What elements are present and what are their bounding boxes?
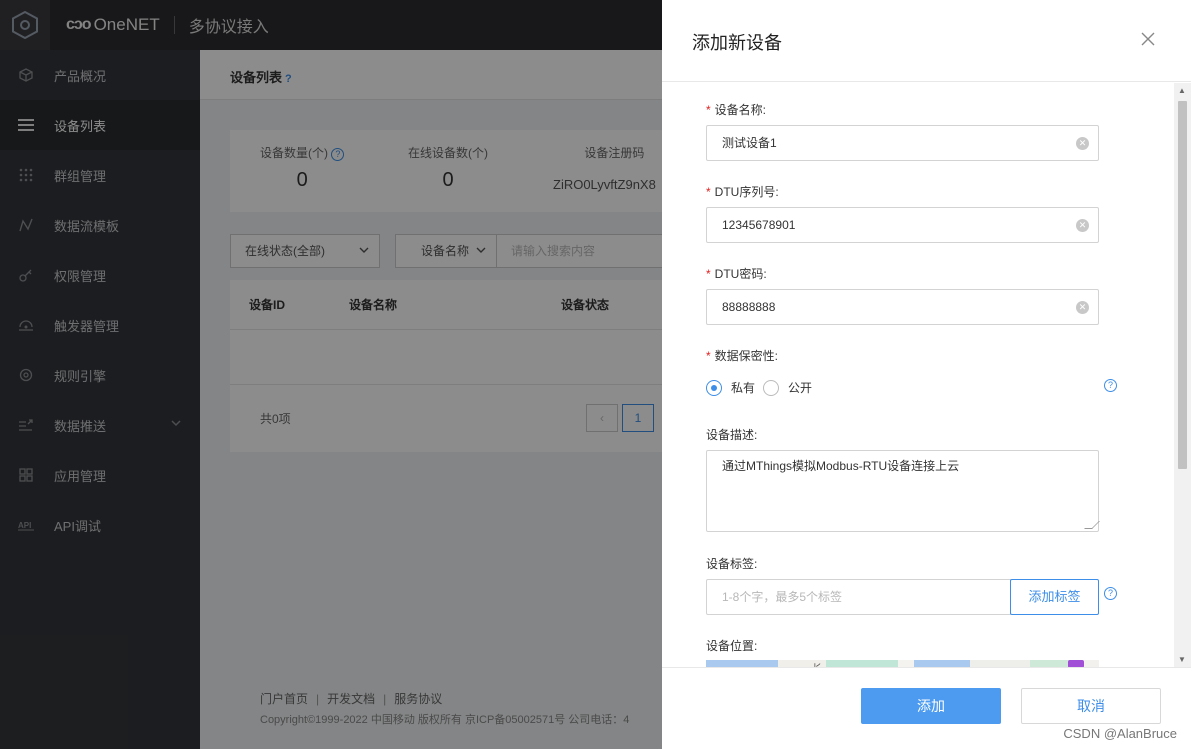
dtu-password-label: * DTU密码: bbox=[706, 267, 767, 281]
add-device-drawer: 添加新设备 * 设备名称: 测试设备1 ✕ * DTU序列号: 1234567890… bbox=[662, 0, 1191, 749]
map-tile bbox=[898, 660, 914, 667]
clear-icon[interactable]: ✕ bbox=[1076, 301, 1089, 314]
device-name-input[interactable]: 测试设备1 ✕ bbox=[706, 125, 1099, 161]
tags-label: 设备标签: bbox=[706, 557, 758, 571]
resize-handle-icon[interactable] bbox=[1084, 521, 1100, 529]
input-value: 测试设备1 bbox=[722, 136, 777, 150]
dtu-serial-input[interactable]: 12345678901 ✕ bbox=[706, 207, 1099, 243]
input-value: 12345678901 bbox=[722, 218, 796, 232]
device-name-label: * 设备名称: bbox=[706, 103, 767, 117]
input-value: 88888888 bbox=[722, 300, 776, 314]
location-map[interactable]: 长 bbox=[706, 660, 1099, 667]
drawer-body: * 设备名称: 测试设备1 ✕ * DTU序列号: 12345678901 ✕ * D… bbox=[662, 83, 1174, 667]
radio-checked-icon bbox=[706, 379, 722, 396]
watermark: CSDN @AlanBruce bbox=[1063, 726, 1177, 741]
clear-icon[interactable]: ✕ bbox=[1076, 137, 1089, 150]
map-tile bbox=[706, 660, 778, 667]
drawer-header: 添加新设备 bbox=[662, 0, 1191, 82]
description-textarea[interactable]: 通过MThings模拟Modbus-RTU设备连接上云 bbox=[706, 450, 1100, 532]
description-label: 设备描述: bbox=[706, 428, 758, 442]
help-icon[interactable]: ? bbox=[1104, 587, 1117, 600]
radio-public[interactable]: 公开 bbox=[763, 379, 812, 396]
help-icon[interactable]: ? bbox=[1104, 379, 1117, 392]
map-tile bbox=[914, 660, 970, 667]
add-button[interactable]: 添加 bbox=[861, 688, 1001, 724]
radio-label: 公开 bbox=[788, 381, 813, 395]
map-tile bbox=[970, 660, 1030, 667]
radio-label: 私有 bbox=[731, 381, 756, 395]
privacy-label: * 数据保密性: bbox=[706, 349, 779, 363]
clear-icon[interactable]: ✕ bbox=[1076, 219, 1089, 232]
radio-private[interactable]: 私有 bbox=[706, 379, 755, 396]
map-marker-icon bbox=[1068, 660, 1084, 667]
drawer-title: 添加新设备 bbox=[692, 33, 782, 53]
textarea-value: 通过MThings模拟Modbus-RTU设备连接上云 bbox=[722, 459, 960, 473]
tag-input[interactable]: 1-8个字，最多5个标签 bbox=[706, 579, 1011, 615]
dtu-password-input[interactable]: 88888888 ✕ bbox=[706, 289, 1099, 325]
map-tile bbox=[1030, 660, 1070, 667]
close-icon[interactable] bbox=[1141, 30, 1155, 50]
dtu-serial-label: * DTU序列号: bbox=[706, 185, 779, 199]
map-label: 长 bbox=[812, 660, 822, 667]
radio-unchecked-icon bbox=[763, 379, 779, 396]
cancel-button[interactable]: 取消 bbox=[1021, 688, 1161, 724]
scrollbar-thumb[interactable] bbox=[1178, 101, 1187, 469]
map-tile bbox=[826, 660, 898, 667]
drawer-scrollbar[interactable]: ▲ ▼ bbox=[1174, 83, 1191, 667]
location-label: 设备位置: bbox=[706, 639, 758, 653]
scroll-up-icon[interactable]: ▲ bbox=[1178, 86, 1186, 95]
modal-overlay[interactable] bbox=[0, 0, 662, 749]
add-tag-button[interactable]: 添加标签 bbox=[1010, 579, 1099, 615]
scroll-down-icon[interactable]: ▼ bbox=[1178, 655, 1186, 664]
